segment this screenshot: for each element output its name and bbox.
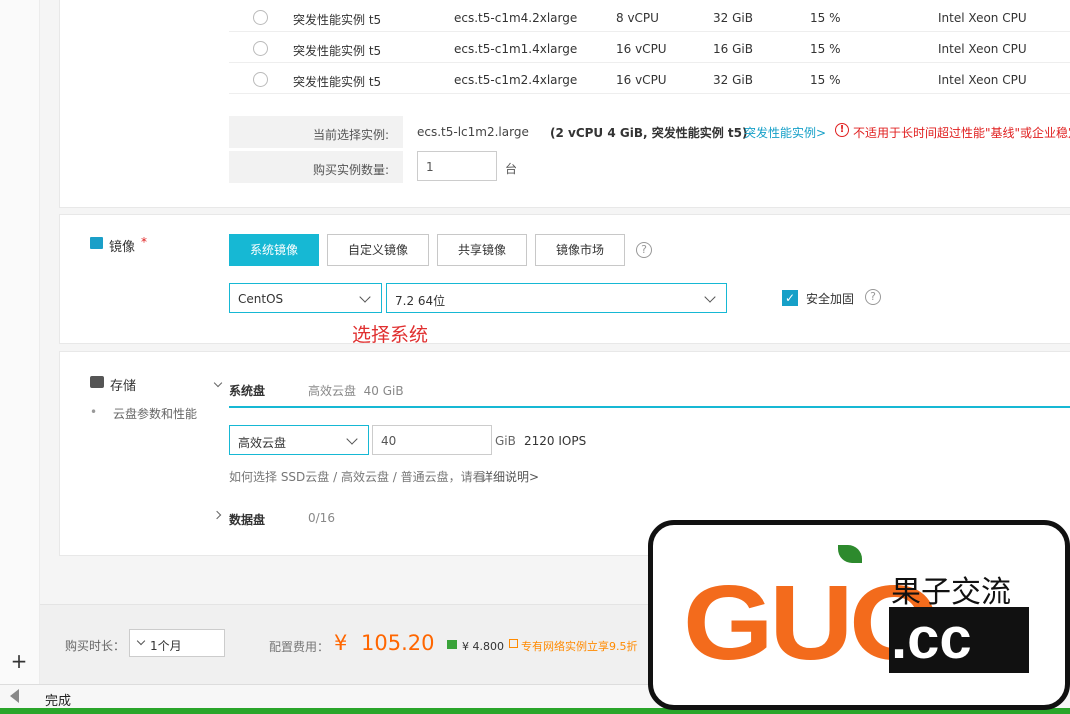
chevron-down-icon xyxy=(136,636,146,646)
disk-type-select[interactable]: 高效云盘 xyxy=(229,425,369,455)
disk-help-link[interactable]: 详细说明> xyxy=(481,468,539,485)
instance-spec: ecs.t5-c1m2.4xlarge xyxy=(454,73,578,87)
version-select-value: 7.2 64位 xyxy=(395,294,446,308)
instance-spec: ecs.t5-c1m1.4xlarge xyxy=(454,42,578,56)
system-disk-summary: 高效云盘 40 GiB xyxy=(308,384,404,398)
radio-button[interactable] xyxy=(253,72,268,87)
os-select-value: CentOS xyxy=(238,292,284,306)
instance-memory: 32 GiB xyxy=(713,11,753,25)
back-icon[interactable] xyxy=(10,689,19,703)
warning-icon: ! xyxy=(835,123,849,137)
radio-button[interactable] xyxy=(253,10,268,25)
disk-icon xyxy=(90,376,104,388)
version-select[interactable]: 7.2 64位 xyxy=(386,283,727,313)
os-select[interactable]: CentOS xyxy=(229,283,382,313)
tab-custom-image[interactable]: 自定义镜像 xyxy=(327,234,429,266)
disk-type-value: 高效云盘 xyxy=(238,436,287,450)
saving-amount: ¥ 4.800 xyxy=(462,640,504,653)
instance-baseline: 15 % xyxy=(810,42,841,56)
disk-help-text: 如何选择 SSD云盘 / 高效云盘 / 普通云盘，请看 xyxy=(229,470,485,484)
promo-icon xyxy=(509,639,518,648)
instance-baseline: 15 % xyxy=(810,11,841,25)
watermark-domain-box: .cc xyxy=(889,606,1029,673)
instance-processor: Intel Xeon CPU xyxy=(938,42,1027,56)
current-selection-detail: (2 vCPU 4 GiB, 突发性能实例 t5) xyxy=(550,126,748,140)
instance-vcpu: 16 vCPU xyxy=(616,42,667,56)
instance-processor: Intel Xeon CPU xyxy=(938,73,1027,87)
current-selection-label-cell: 当前选择实例: xyxy=(229,116,403,148)
quantity-label: 购买实例数量: xyxy=(312,163,389,177)
instance-vcpu: 16 vCPU xyxy=(616,73,667,87)
saving-icon xyxy=(447,640,457,649)
total-price: 105.20 xyxy=(361,631,435,655)
instance-family: 突发性能实例 t5 xyxy=(293,44,382,58)
chevron-down-icon xyxy=(346,433,358,445)
left-rail xyxy=(0,0,40,688)
section-divider xyxy=(229,406,1070,408)
instance-processor: Intel Xeon CPU xyxy=(938,11,1027,25)
table-row[interactable]: 突发性能实例 t5 ecs.t5-c1m4.2xlarge 8 vCPU 32 … xyxy=(229,2,1070,32)
data-disk-count: 0/16 xyxy=(308,511,335,525)
current-selection-value: ecs.t5-lc1m2.large xyxy=(417,125,529,139)
duration-label: 购买时长： xyxy=(65,639,126,653)
watermark-logo: GUO 果子交流 .cc xyxy=(648,520,1070,710)
quantity-unit: 台 xyxy=(505,162,518,176)
required-mark: * xyxy=(141,235,147,249)
image-icon xyxy=(90,237,103,249)
duration-select[interactable]: 1个月 xyxy=(129,629,225,657)
storage-sub-link[interactable]: 云盘参数和性能 xyxy=(113,405,197,422)
disk-size-unit: GiB xyxy=(495,434,516,448)
bullet-icon: • xyxy=(90,405,98,419)
disk-size-input[interactable]: 40 xyxy=(372,425,492,455)
add-icon[interactable]: + xyxy=(10,651,28,671)
quantity-input[interactable]: 1 xyxy=(417,151,497,181)
instance-type-link[interactable]: 突发性能实例> xyxy=(744,124,826,141)
duration-value: 1个月 xyxy=(150,639,182,653)
instance-family: 突发性能实例 t5 xyxy=(293,13,382,27)
tab-shared-image[interactable]: 共享镜像 xyxy=(437,234,527,266)
cost-label: 配置费用： xyxy=(269,640,330,654)
quantity-label-cell: 购买实例数量: xyxy=(229,151,403,183)
warning-text: 不适用于长时间超过性能"基线"或企业稳定 xyxy=(853,126,1070,140)
promo-text: 专有网络实例立享9.5折 xyxy=(521,640,638,653)
watermark-domain: .cc xyxy=(891,606,972,671)
chevron-down-icon xyxy=(704,291,716,303)
instance-memory: 16 GiB xyxy=(713,42,753,56)
system-disk-label[interactable]: 系统盘 xyxy=(229,382,265,399)
instance-memory: 32 GiB xyxy=(713,73,753,87)
annotation-text: 选择系统 xyxy=(352,324,429,346)
tab-image-market[interactable]: 镜像市场 xyxy=(535,234,625,266)
quantity-value: 1 xyxy=(426,160,434,174)
storage-section-title: 存储 xyxy=(110,379,137,394)
disk-size-value: 40 xyxy=(381,434,397,448)
help-icon[interactable]: ? xyxy=(636,242,652,258)
table-row[interactable]: 突发性能实例 t5 ecs.t5-c1m2.4xlarge 16 vCPU 32… xyxy=(229,64,1070,94)
security-checkbox[interactable]: ✓ xyxy=(782,290,798,306)
tab-system-image[interactable]: 系统镜像 xyxy=(229,234,319,266)
radio-button[interactable] xyxy=(253,41,268,56)
security-label: 安全加固 xyxy=(806,292,855,306)
currency-symbol: ¥ xyxy=(334,631,348,655)
instance-family: 突发性能实例 t5 xyxy=(293,75,382,89)
instance-baseline: 15 % xyxy=(810,73,841,87)
status-text: 完成 xyxy=(45,694,72,709)
help-icon[interactable]: ? xyxy=(865,289,881,305)
disk-iops: 2120 IOPS xyxy=(524,434,587,448)
table-row[interactable]: 突发性能实例 t5 ecs.t5-c1m1.4xlarge 16 vCPU 16… xyxy=(229,33,1070,63)
instance-spec: ecs.t5-c1m4.2xlarge xyxy=(454,11,578,25)
image-section-title: 镜像 xyxy=(109,240,136,255)
chevron-down-icon xyxy=(359,291,371,303)
leaf-icon xyxy=(838,545,862,563)
instance-vcpu: 8 vCPU xyxy=(616,11,659,25)
data-disk-label[interactable]: 数据盘 xyxy=(229,511,265,528)
current-selection-label: 当前选择实例: xyxy=(312,128,389,142)
